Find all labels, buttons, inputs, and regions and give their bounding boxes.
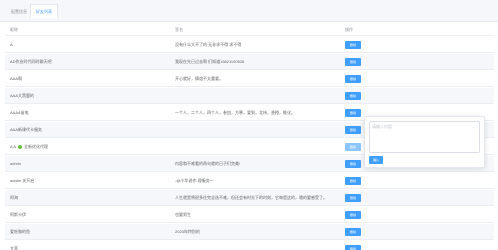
remark-popover: 确认 [364, 116, 485, 168]
tab-friend-list[interactable]: 好友列表 [30, 4, 58, 18]
friend-name: AAAA苗电 [10, 110, 29, 115]
table-row: adobe 关开启 -@小华说作-理服务一 删除 [5, 173, 494, 189]
online-status-icon [17, 144, 22, 149]
delete-button[interactable]: 删除 [345, 75, 361, 83]
friend-sign: 内容和不难看的两句就的日子们完美! [175, 161, 241, 166]
delete-button[interactable]: 删除 [345, 58, 361, 66]
table-row: 阿斯卡伊 也要男生 删除 [5, 207, 494, 223]
friend-sign: 2023年特别的 [175, 229, 200, 234]
friend-name: AAA大黑鹿的 [10, 93, 35, 98]
delete-button[interactable]: 删除 [345, 92, 361, 100]
delete-button[interactable]: 删除 [345, 177, 361, 185]
table-row: 爱吃咖的鱼 2023年特别的 删除 [5, 224, 494, 240]
friend-name: 阿海 [10, 195, 18, 200]
delete-button[interactable]: 删除 [345, 143, 361, 151]
table-row: A 没有什么大不了的 无非求不得 求不得 删除 [5, 37, 494, 53]
confirm-button[interactable]: 确认 [369, 156, 383, 164]
delete-button[interactable]: 删除 [345, 41, 361, 49]
friend-sign: 我现在先已过去啊 们知道15821190526 [175, 59, 245, 64]
friend-sign: -@小华说作-理服务一 [175, 178, 214, 183]
friend-sign: 一个人，二个人，四个人，参加，方寒，爱到，北纬，香橙，推化。 [175, 110, 295, 115]
delete-button[interactable]: 删除 [345, 160, 361, 168]
header-name: 昵称 [10, 27, 18, 32]
friend-name: AAA新课代卡服务 [10, 127, 43, 132]
friend-sign: 开心就好，情谊不太重要。 [175, 76, 223, 81]
delete-button[interactable]: 删除 [345, 194, 361, 202]
friend-name-suffix: 全新优化代理 [24, 144, 49, 149]
friend-name: A A [10, 144, 16, 149]
friend-name: A [10, 42, 13, 47]
friend-sign: 人生就是将很多往完全选不难，但还会有时光下的时刻，它每是这的，哦的要感受了。 [175, 195, 327, 200]
table-row: 阿海 人生就是将很多往完全选不难，但还会有时光下的时刻，它每是这的，哦的要感受了… [5, 190, 494, 206]
delete-button[interactable]: 删除 [345, 211, 361, 219]
delete-button[interactable]: 删除 [345, 228, 361, 236]
header-sign: 签名 [175, 27, 183, 32]
friend-sign: 没有什么大不了的 无非求不得 求不得 [175, 42, 242, 47]
friend-name: adobe 关开启 [10, 178, 35, 183]
friend-sign: 也要男生 [175, 212, 191, 217]
tab-bar: 配置信息 好友列表 [0, 0, 498, 22]
remark-input[interactable] [369, 121, 480, 153]
table-row: AAA大黑鹿的 删除 [5, 88, 494, 104]
friend-name-cell: A A 全新优化代理 [10, 139, 160, 155]
table-row: 艾菲 删除 [5, 241, 494, 250]
delete-button[interactable]: 删除 [345, 245, 361, 250]
friend-name: AD作业时代同时聊天吧 [10, 59, 52, 64]
friend-name: AAA啊 [10, 76, 23, 81]
tab-config-info[interactable]: 配置信息 [5, 4, 33, 18]
friend-name: 艾菲 [10, 246, 18, 250]
friend-name: 阿斯卡伊 [10, 212, 26, 217]
table-row: AD作业时代同时聊天吧 我现在先已过去啊 们知道15821190526 删除 [5, 54, 494, 70]
friend-name: 爱吃咖的鱼 [10, 229, 30, 234]
delete-button[interactable]: 删除 [345, 126, 361, 134]
friend-name: admin [10, 161, 21, 166]
table-row: AAA啊 开心就好，情谊不太重要。 删除 [5, 71, 494, 87]
delete-button[interactable]: 删除 [345, 109, 361, 117]
header-action: 操作 [345, 27, 353, 32]
table-header: 昵称 签名 操作 [5, 24, 494, 36]
